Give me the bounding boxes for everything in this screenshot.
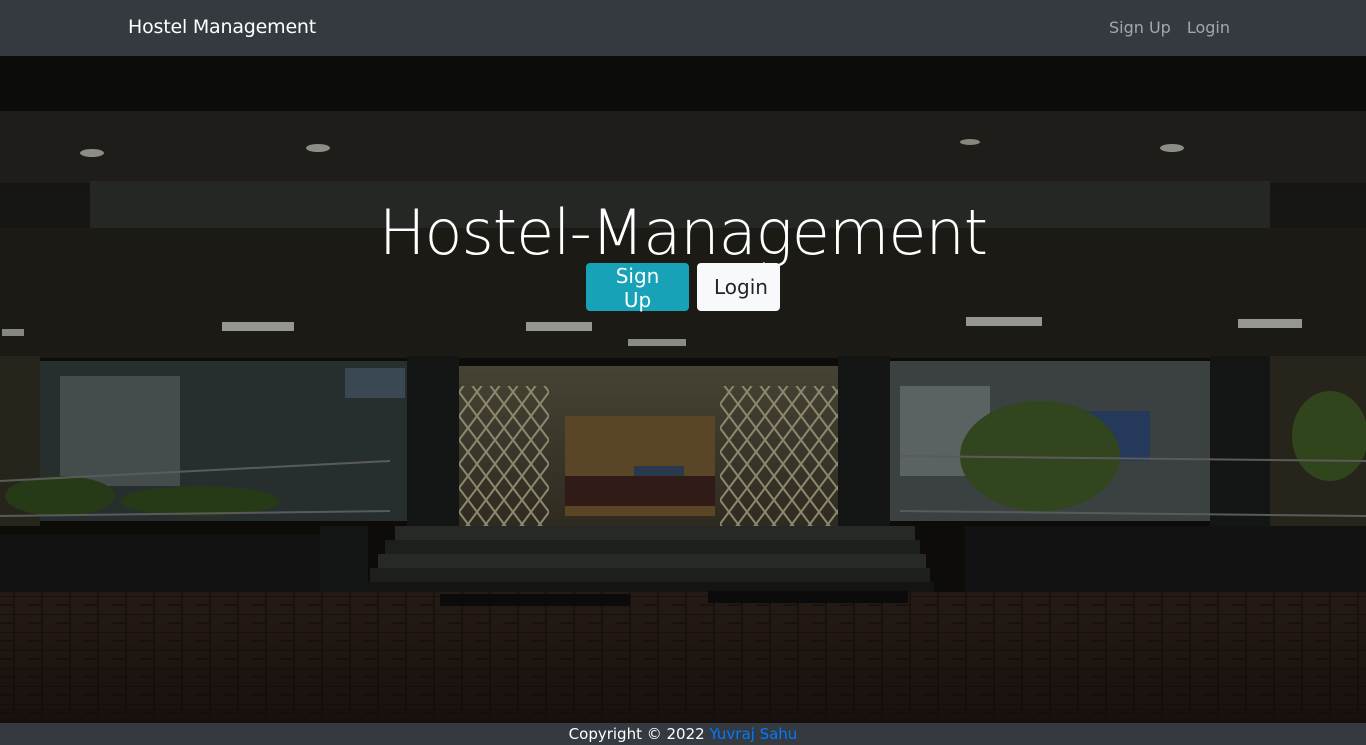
nav-signup-link[interactable]: Sign Up [1109,18,1171,37]
hero-title: Hostel-Management [378,196,988,269]
footer: Copyright © 2022 Yuvraj Sahu [0,723,1366,745]
nav-links: Sign Up Login [1109,18,1230,37]
hero-signup-button[interactable]: Sign Up [586,263,689,312]
hostel-background-image [0,56,1366,723]
hero-section: Hostel-Management Sign Up Login [0,56,1366,723]
author-link[interactable]: Yuvraj Sahu [709,725,797,743]
hero-buttons: Sign Up Login [0,263,1366,312]
hero-login-button[interactable]: Login [697,263,780,311]
top-navbar: Hostel Management Sign Up Login [0,0,1366,56]
nav-login-link[interactable]: Login [1187,18,1230,37]
brand-link[interactable]: Hostel Management [128,16,316,38]
copyright-text: Copyright © 2022 [568,725,705,743]
